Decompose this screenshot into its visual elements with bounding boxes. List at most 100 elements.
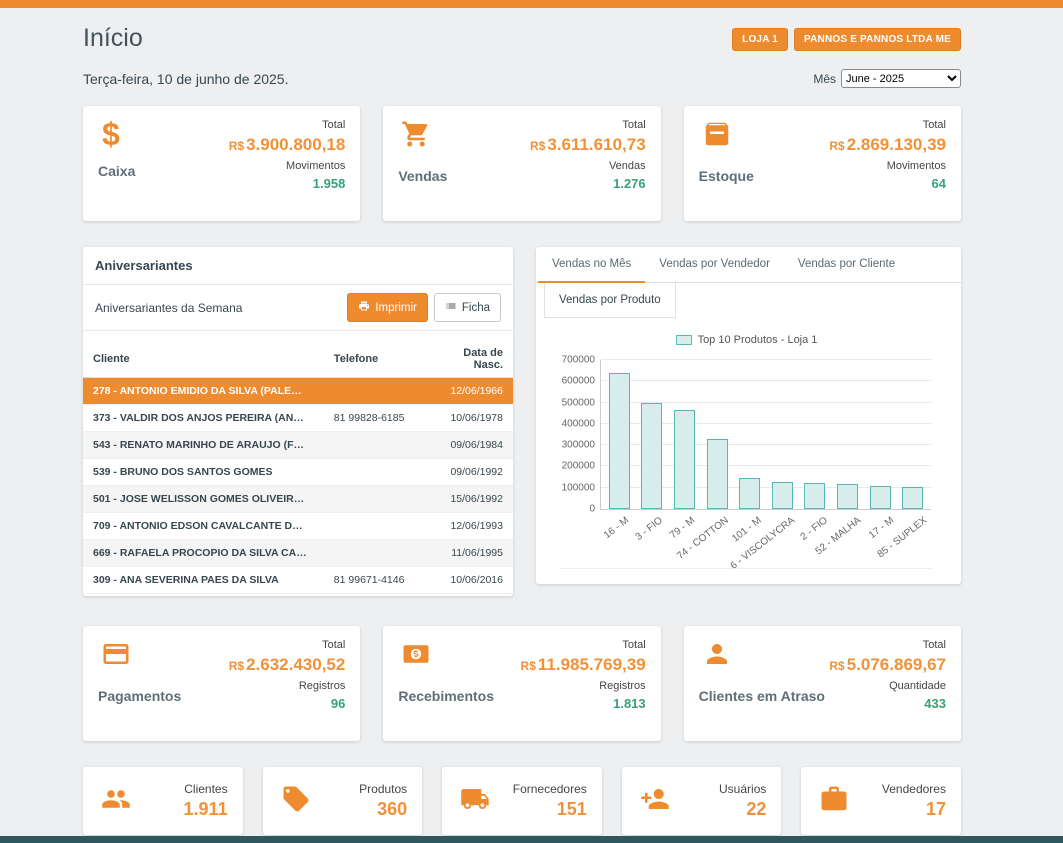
table-row[interactable]: 709 - ANTONIO EDSON CAVALCANTE D… 12/06/… xyxy=(83,513,513,540)
total-label: Total xyxy=(229,639,346,651)
table-row[interactable]: 543 - RENATO MARINHO DE ARAUJO (F… 09/06… xyxy=(83,432,513,459)
store-button[interactable]: LOJA 1 xyxy=(732,28,788,51)
count-value: 64 xyxy=(829,176,946,191)
summary-cards: Clientes 1.911 Produtos 360 Fornecedores… xyxy=(83,767,961,835)
table-row[interactable]: 669 - RAFAELA PROCOPIO DA SILVA CA… 11/0… xyxy=(83,540,513,567)
summary-label: Clientes xyxy=(184,782,228,796)
bar-slot xyxy=(701,360,734,509)
summary-right: Clientes 1.911 xyxy=(184,782,228,820)
page-title: Início xyxy=(83,24,143,53)
y-tick-label: 400000 xyxy=(562,418,601,429)
middle-row: Aniversariantes Aniversariantes da Seman… xyxy=(83,247,961,596)
x-tick: 85 - SUPLEX xyxy=(898,510,931,568)
cell-telefone xyxy=(324,540,427,567)
chart-bar xyxy=(804,483,825,509)
month-select[interactable]: June - 2025 xyxy=(841,69,961,88)
cell-data: 10/06/2016 xyxy=(427,567,513,594)
stat-left: $ Caixa xyxy=(98,119,135,208)
x-tick: 16 - M xyxy=(600,510,633,568)
stat-left: Vendas xyxy=(398,119,447,208)
user-plus-icon xyxy=(637,784,673,819)
tab-vendas-por-cliente[interactable]: Vendas por Cliente xyxy=(784,247,909,282)
x-tick: 74 - COTTON xyxy=(699,510,732,568)
bar-slot xyxy=(668,360,701,509)
summary-card-fornecedores: Fornecedores 151 xyxy=(442,767,602,835)
stat-card-caixa: $ Caixa Total R$3.900.800,18 Movimentos … xyxy=(83,106,360,221)
stat-right: Total R$3.611.610,73 Vendas 1.276 xyxy=(530,119,646,208)
count-value: 1.813 xyxy=(521,696,646,711)
cell-data: 12/06/1993 xyxy=(427,513,513,540)
total-label: Total xyxy=(521,639,646,651)
header-buttons: LOJA 1 PANNOS E PANNOS LTDA ME xyxy=(732,28,961,51)
footer-bar xyxy=(0,836,1063,843)
y-tick-label: 100000 xyxy=(562,482,601,493)
current-date: Terça-feira, 10 de junho de 2025. xyxy=(83,71,288,87)
cell-cliente: 501 - JOSE WELISSON GOMES OLIVEIR… xyxy=(83,486,324,513)
table-row[interactable]: 309 - ANA SEVERINA PAES DA SILVA 81 9967… xyxy=(83,567,513,594)
cell-data: 10/06/1978 xyxy=(427,405,513,432)
chart-footer-divider xyxy=(560,568,933,576)
y-tick-label: 300000 xyxy=(562,440,601,451)
chart-plot: 0100000200000300000400000500000600000700… xyxy=(600,360,931,510)
ficha-button-label: Ficha xyxy=(462,302,490,314)
toolbar-buttons: Imprimir Ficha xyxy=(347,293,501,322)
chart-bar xyxy=(641,403,662,509)
stat-card-pagamentos: Pagamentos Total R$2.632.430,52 Registro… xyxy=(83,626,360,741)
stat-right: Total R$2.869.130,39 Movimentos 64 xyxy=(829,119,946,208)
chart-bar xyxy=(674,410,695,509)
stat-card-clientes-em-atraso: Clientes em Atraso Total R$5.076.869,67 … xyxy=(684,626,961,741)
stat-cards-bottom: Pagamentos Total R$2.632.430,52 Registro… xyxy=(83,626,961,741)
ficha-button[interactable]: Ficha xyxy=(434,293,501,322)
month-picker: Mês June - 2025 xyxy=(813,69,961,88)
amount-value: 3.611.610,73 xyxy=(547,135,645,154)
amount-value: 3.900.800,18 xyxy=(246,135,345,154)
birthdays-table: Cliente Telefone Data de Nasc. 278 - ANT… xyxy=(83,341,513,594)
cell-telefone xyxy=(324,513,427,540)
bar-slot xyxy=(896,360,929,509)
summary-label: Vendedores xyxy=(882,782,946,796)
table-row[interactable]: 278 - ANTONIO EMIDIO DA SILVA (PALE… 12/… xyxy=(83,378,513,405)
chart-bars xyxy=(601,360,931,509)
total-amount: R$5.076.869,67 xyxy=(829,655,946,676)
chart-bar xyxy=(837,484,858,509)
cell-data: 09/06/1984 xyxy=(427,432,513,459)
count-label: Registros xyxy=(521,680,646,692)
count-value: 1.958 xyxy=(229,176,346,191)
chart-title: Top 10 Produtos - Loja 1 xyxy=(698,334,818,346)
cell-cliente: 309 - ANA SEVERINA PAES DA SILVA xyxy=(83,567,324,594)
tab-vendas-por-produto[interactable]: Vendas por Produto xyxy=(544,283,676,318)
company-button[interactable]: PANNOS E PANNOS LTDA ME xyxy=(794,28,961,51)
currency-symbol: R$ xyxy=(530,139,545,153)
chart-bar xyxy=(870,486,891,509)
tab-vendas-no-mes[interactable]: Vendas no Mês xyxy=(538,247,645,283)
cell-telefone: 81 99828-6185 xyxy=(324,405,427,432)
print-button[interactable]: Imprimir xyxy=(347,293,428,322)
table-row[interactable]: 501 - JOSE WELISSON GOMES OLIVEIR… 15/06… xyxy=(83,486,513,513)
dollar-icon: $ xyxy=(98,119,135,149)
bar-slot xyxy=(831,360,864,509)
summary-value: 22 xyxy=(719,799,766,820)
print-button-label: Imprimir xyxy=(375,302,417,314)
currency-symbol: R$ xyxy=(829,139,844,153)
cell-cliente: 539 - BRUNO DOS SANTOS GOMES xyxy=(83,459,324,486)
box-icon xyxy=(699,119,754,154)
summary-right: Produtos 360 xyxy=(359,782,407,820)
x-tick-label: 79 - M xyxy=(668,515,697,541)
amount-value: 5.076.869,67 xyxy=(847,655,946,674)
table-row[interactable]: 539 - BRUNO DOS SANTOS GOMES 09/06/1992 xyxy=(83,459,513,486)
month-label: Mês xyxy=(813,72,836,86)
summary-value: 360 xyxy=(359,799,407,820)
y-tick-label: 600000 xyxy=(562,376,601,387)
stat-card-title: Pagamentos xyxy=(98,688,181,704)
table-row[interactable]: 373 - VALDIR DOS ANJOS PEREIRA (AN… 81 9… xyxy=(83,405,513,432)
cell-data: 12/06/1966 xyxy=(427,378,513,405)
date-row: Terça-feira, 10 de junho de 2025. Mês Ju… xyxy=(83,69,961,88)
total-amount: R$3.900.800,18 xyxy=(229,135,346,156)
cell-telefone xyxy=(324,378,427,405)
bar-slot xyxy=(636,360,669,509)
amount-value: 2.869.130,39 xyxy=(847,135,946,154)
currency-symbol: R$ xyxy=(829,659,844,673)
bar-slot xyxy=(733,360,766,509)
tab-vendas-por-vendedor[interactable]: Vendas por Vendedor xyxy=(645,247,784,282)
bar-slot xyxy=(799,360,832,509)
